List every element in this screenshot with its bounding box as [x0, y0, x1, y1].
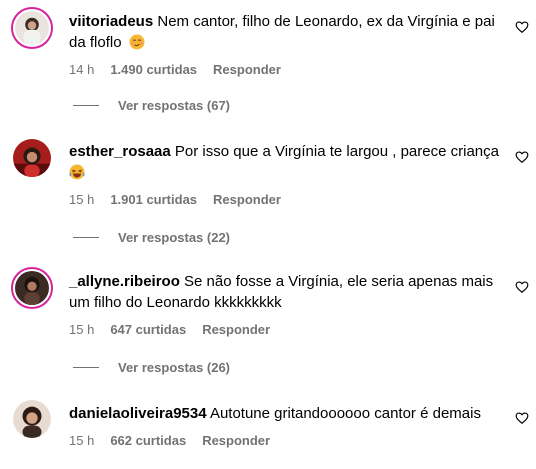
reply-button[interactable]: Responder — [213, 62, 281, 77]
comment-body: Autotune gritandoooooo cantor é demais — [209, 405, 481, 422]
smirk-face-emoji — [129, 34, 145, 50]
view-replies-label: Ver respostas (67) — [118, 98, 231, 113]
view-replies-button[interactable]: Ver respostas (67) — [73, 98, 230, 113]
likes-count[interactable]: 662 curtidas — [110, 433, 186, 448]
heart-outline-icon[interactable] — [515, 150, 529, 164]
likes-count[interactable]: 1.490 curtidas — [110, 62, 197, 77]
reply-button[interactable]: Responder — [202, 322, 270, 337]
heart-outline-icon[interactable] — [515, 411, 529, 425]
comment-username[interactable]: viitoriadeus — [69, 13, 153, 30]
comment-time: 15 h — [69, 192, 95, 207]
replies-divider — [73, 367, 99, 368]
comment-item: esther_rosaaa Por isso que a Virgínia te… — [0, 130, 536, 260]
comment-time: 15 h — [69, 433, 95, 448]
comment-text: danielaoliveira9534 Autotune gritandoooo… — [69, 403, 499, 424]
comment-item: viitoriadeus Nem cantor, filho de Leonar… — [0, 0, 536, 130]
comment-username[interactable]: danielaoliveira9534 — [69, 405, 207, 422]
likes-count[interactable]: 1.901 curtidas — [110, 192, 197, 207]
heart-outline-icon[interactable] — [515, 20, 529, 34]
replies-divider — [73, 237, 99, 238]
comment-text: esther_rosaaa Por isso que a Virgínia te… — [69, 141, 499, 183]
avatar[interactable] — [13, 400, 51, 438]
comment-item: danielaoliveira9534 Autotune gritandoooo… — [0, 390, 536, 469]
comment-text: viitoriadeus Nem cantor, filho de Leonar… — [69, 11, 499, 53]
heart-outline-icon[interactable] — [515, 280, 529, 294]
avatar[interactable] — [11, 267, 53, 309]
reply-button[interactable]: Responder — [213, 192, 281, 207]
comment-time: 14 h — [69, 62, 95, 77]
avatar[interactable] — [13, 139, 51, 177]
comment-item: _allyne.ribeiroo Se não fosse a Virgínia… — [0, 260, 536, 390]
view-replies-button[interactable]: Ver respostas (22) — [73, 230, 230, 245]
comment-body: Por isso que a Virgínia te largou , pare… — [174, 143, 499, 160]
laughing-face-emoji — [69, 164, 85, 180]
comment-username[interactable]: esther_rosaaa — [69, 143, 171, 160]
avatar[interactable] — [11, 7, 53, 49]
likes-count[interactable]: 647 curtidas — [110, 322, 186, 337]
comment-username[interactable]: _allyne.ribeiroo — [69, 273, 180, 290]
view-replies-label: Ver respostas (26) — [118, 360, 231, 375]
comment-text: _allyne.ribeiroo Se não fosse a Virgínia… — [69, 271, 499, 313]
view-replies-button[interactable]: Ver respostas (26) — [73, 360, 230, 375]
replies-divider — [73, 105, 99, 106]
reply-button[interactable]: Responder — [202, 433, 270, 448]
view-replies-label: Ver respostas (22) — [118, 230, 231, 245]
comment-time: 15 h — [69, 322, 95, 337]
